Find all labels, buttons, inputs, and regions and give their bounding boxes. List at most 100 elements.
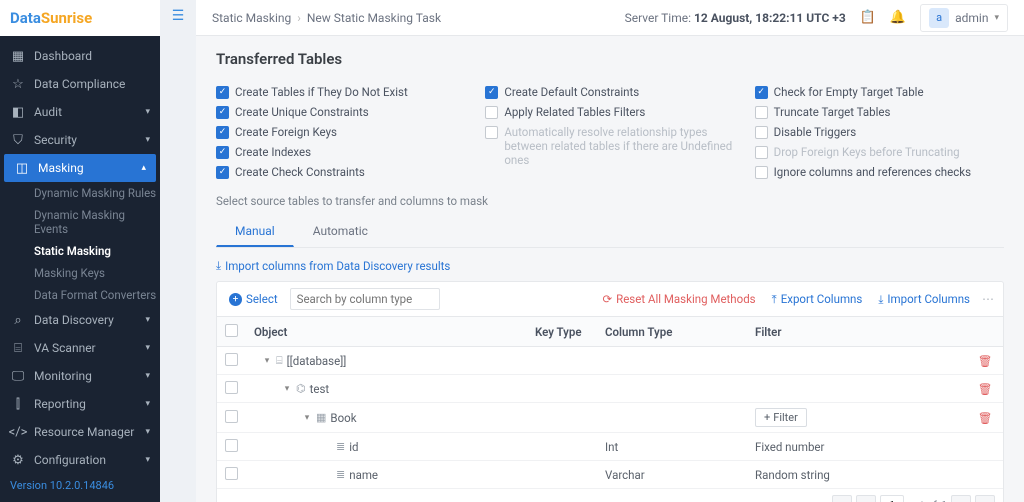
import-columns-button[interactable]: ⤓Import Columns [874, 290, 974, 309]
checkbox[interactable] [485, 106, 498, 119]
more-button[interactable]: ⋯ [982, 292, 995, 306]
db-icon: ⌸ [276, 354, 283, 368]
chevron-down-icon: ▾ [994, 13, 999, 23]
row-checkbox[interactable] [225, 353, 238, 366]
star-icon: ☆ [10, 76, 26, 92]
page-prev[interactable]: ‹ [856, 495, 876, 502]
checkbox [755, 146, 768, 159]
nav-data-compliance[interactable]: ☆Data Compliance [0, 70, 160, 98]
page-next[interactable]: › [951, 495, 971, 502]
content: Transferred Tables Create Tables if They… [196, 36, 1024, 502]
checkbox[interactable] [755, 86, 768, 99]
checkbox-label: Check for Empty Target Table [774, 85, 924, 99]
checkbox[interactable] [755, 166, 768, 179]
row-checkbox[interactable] [225, 381, 238, 394]
table-row[interactable]: ▾⌬test🗑 [217, 375, 1003, 403]
search-input[interactable] [290, 288, 440, 310]
page-input[interactable] [880, 495, 904, 502]
object-name: id [349, 440, 358, 454]
checkbox-label: Drop Foreign Keys before Truncating [774, 145, 960, 159]
object-name: name [349, 468, 378, 482]
page-first[interactable]: « [832, 495, 852, 502]
version-label: Version 10.2.0.14846 [0, 469, 160, 502]
checkbox[interactable] [216, 86, 229, 99]
table-row[interactable]: ≣nameVarcharRandom string [217, 461, 1003, 489]
checkbox[interactable] [485, 86, 498, 99]
checkbox-label: Automatically resolve relationship types… [504, 125, 734, 167]
row-checkbox[interactable] [225, 439, 238, 452]
checkbox[interactable] [755, 126, 768, 139]
table-row[interactable]: ▾⌸[[database]]🗑 [217, 347, 1003, 375]
main: Static Masking › New Static Masking Task… [196, 0, 1024, 502]
breadcrumb-1[interactable]: Static Masking [212, 11, 291, 25]
column-type: Varchar [597, 461, 747, 489]
checkbox[interactable] [216, 146, 229, 159]
chevron-down-icon: ▾ [145, 315, 150, 325]
export-label: Export Columns [781, 292, 863, 306]
sidebar-toggle-button[interactable]: ☰ [172, 8, 185, 502]
filter-text: Random string [755, 468, 830, 482]
pager-total: 1 [941, 499, 947, 502]
checkbox[interactable] [216, 106, 229, 119]
reset-masking-button[interactable]: ⟳Reset All Masking Methods [598, 290, 759, 308]
nav-configuration[interactable]: ⚙Configuration▾ [0, 446, 160, 469]
page-last[interactable]: » [975, 495, 995, 502]
tree-toggle[interactable]: ▾ [282, 384, 292, 394]
checkbox-label: Truncate Target Tables [774, 105, 891, 119]
table-row[interactable]: ≣idIntFixed number [217, 433, 1003, 461]
scanner-icon: ⌸ [10, 340, 26, 356]
pager-out-of: out of [908, 499, 937, 502]
nav-reporting[interactable]: ⫿Reporting▾ [0, 390, 160, 418]
delete-icon[interactable]: 🗑 [978, 411, 993, 425]
doc-icon: ◧ [10, 104, 26, 120]
checkbox[interactable] [216, 126, 229, 139]
delete-icon[interactable]: 🗑 [978, 382, 993, 396]
checkbox[interactable] [216, 166, 229, 179]
table-wrap: +Select ⟳Reset All Masking Methods ⤒Expo… [216, 281, 1004, 502]
delete-icon[interactable]: 🗑 [978, 354, 993, 368]
export-columns-button[interactable]: ⤒Export Columns [768, 290, 867, 309]
row-checkbox[interactable] [225, 467, 238, 480]
nav-sub-format-converters[interactable]: Data Format Converters [0, 284, 160, 306]
check-row: Create Tables if They Do Not Exist [216, 82, 465, 102]
chevron-down-icon: ▾ [145, 371, 150, 381]
check-row: Check for Empty Target Table [755, 82, 1004, 102]
row-checkbox[interactable] [225, 410, 238, 423]
tab-automatic[interactable]: Automatic [294, 216, 387, 247]
tree-toggle[interactable]: ▾ [262, 356, 272, 366]
nav-sub-static-masking[interactable]: Static Masking [0, 240, 160, 262]
import-label: Import Columns [887, 292, 970, 306]
select-button[interactable]: +Select [225, 290, 282, 308]
checkbox[interactable] [755, 106, 768, 119]
avatar: a [929, 8, 949, 28]
nav-sub-dyn-rules[interactable]: Dynamic Masking Rules [0, 182, 160, 204]
user-name: admin [955, 11, 988, 25]
nav-security[interactable]: ⛉Security▾ [0, 126, 160, 154]
nav-monitoring[interactable]: 🖵Monitoring▾ [0, 362, 160, 390]
nav-audit[interactable]: ◧Audit▾ [0, 98, 160, 126]
clipboard-icon[interactable]: 📋 [860, 10, 876, 25]
key-type [527, 433, 597, 461]
nav-resource-manager[interactable]: </>Resource Manager▾ [0, 418, 160, 446]
user-menu[interactable]: a admin ▾ [920, 4, 1008, 32]
nav-label: Configuration [34, 453, 106, 467]
chevron-down-icon: ▾ [145, 135, 150, 145]
tabs: Manual Automatic [216, 216, 1004, 248]
tree-toggle[interactable]: ▾ [302, 413, 312, 423]
bell-icon[interactable]: 🔔 [890, 10, 906, 25]
nav-va-scanner[interactable]: ⌸VA Scanner▾ [0, 334, 160, 362]
nav-dashboard[interactable]: ▦Dashboard [0, 42, 160, 70]
sidebar: DataSunrise ▦Dashboard ☆Data Compliance … [0, 0, 160, 502]
col-filter: Filter [747, 317, 967, 347]
import-from-discovery-link[interactable]: ⤓ Import columns from Data Discovery res… [216, 258, 1004, 273]
checkbox-label: Disable Triggers [774, 125, 857, 139]
nav-sub-dyn-events[interactable]: Dynamic Masking Events [0, 204, 160, 240]
select-all-checkbox[interactable] [225, 324, 238, 337]
table-row[interactable]: ▾▦Book+ Filter🗑 [217, 403, 1003, 433]
filter-button[interactable]: + Filter [755, 408, 807, 427]
nav-data-discovery[interactable]: ⌕Data Discovery▾ [0, 306, 160, 334]
nav-masking[interactable]: ◫Masking▴ [4, 154, 156, 182]
tab-manual[interactable]: Manual [216, 216, 294, 247]
nav-sub-masking-keys[interactable]: Masking Keys [0, 262, 160, 284]
nav-label: Masking [38, 161, 84, 175]
